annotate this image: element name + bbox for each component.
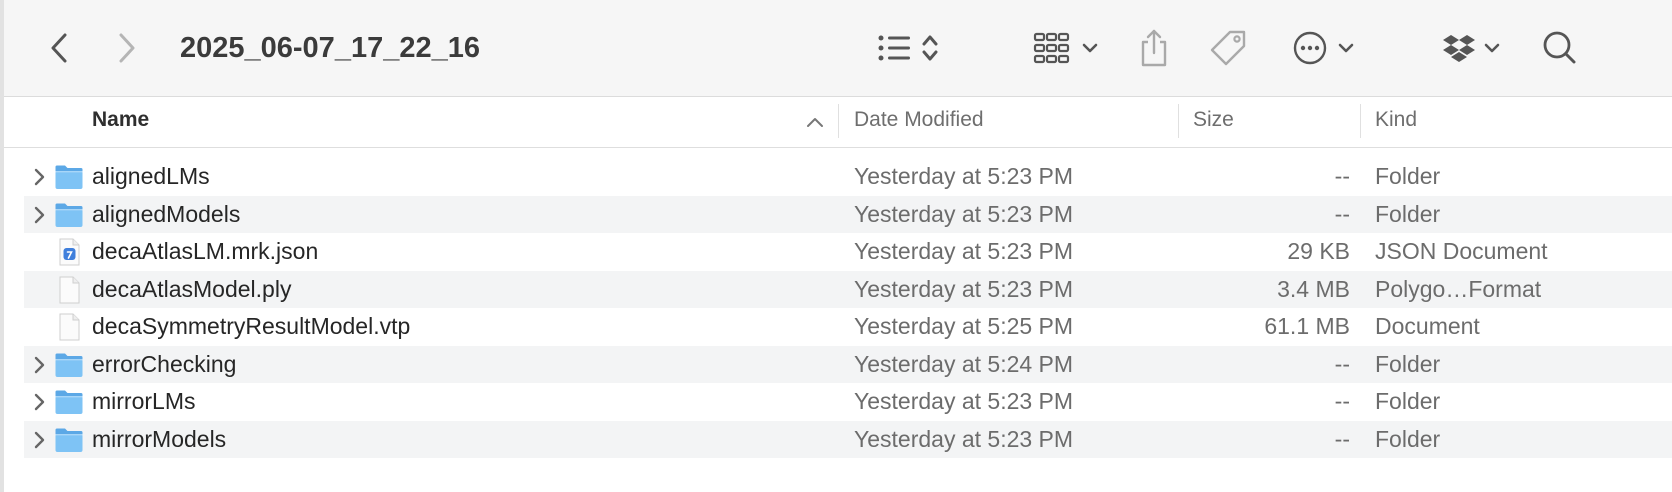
- file-date-modified: Yesterday at 5:23 PM: [854, 425, 1074, 452]
- file-row[interactable]: errorChecking Yesterday at 5:24 PM -- Folde…: [24, 345, 1672, 383]
- tag-icon[interactable]: [1206, 26, 1250, 70]
- column-divider[interactable]: [1178, 104, 1179, 138]
- file-kind: Document: [1375, 313, 1480, 339]
- file-size: --: [1334, 163, 1350, 189]
- folder-icon: [54, 426, 84, 454]
- search-icon[interactable]: [1536, 26, 1576, 70]
- disclosure-triangle-icon[interactable]: [30, 430, 48, 450]
- file-kind: Folder: [1375, 350, 1441, 377]
- toolbar: 2025_06-07_17_22_16: [4, 0, 1672, 97]
- folder-icon: [54, 201, 84, 229]
- chevron-right-icon[interactable]: [106, 28, 146, 68]
- file-name: decaSymmetryResultModel.vtp: [92, 313, 411, 339]
- column-size-header[interactable]: Size: [1193, 97, 1234, 147]
- folder-icon: [54, 163, 84, 191]
- column-kind-header[interactable]: Kind: [1375, 97, 1417, 147]
- file-kind: Polygo…Format: [1375, 275, 1542, 302]
- file-kind: Folder: [1375, 163, 1441, 189]
- file-row[interactable]: mirrorLMs Yesterday at 5:23 PM -- Folder: [24, 383, 1672, 421]
- more-icon[interactable]: [1286, 26, 1366, 70]
- sort-ascending-icon[interactable]: [804, 111, 826, 133]
- file-name: errorChecking: [92, 350, 237, 377]
- file-kind: Folder: [1375, 200, 1441, 227]
- file-row[interactable]: mirrorModels Yesterday at 5:23 PM -- Folder: [24, 420, 1672, 458]
- file-name: alignedModels: [92, 200, 241, 227]
- file-name: mirrorLMs: [92, 388, 196, 414]
- file-kind: Folder: [1375, 425, 1441, 452]
- file-date-modified: Yesterday at 5:23 PM: [854, 163, 1074, 189]
- file-list: alignedLMs Yesterday at 5:23 PM -- Folder al…: [24, 158, 1672, 458]
- file-date-modified: Yesterday at 5:23 PM: [854, 200, 1074, 227]
- disclosure-triangle-icon[interactable]: [30, 205, 48, 225]
- file-date-modified: Yesterday at 5:23 PM: [854, 388, 1074, 414]
- document-icon: [54, 313, 84, 341]
- file-row[interactable]: decaSymmetryResultModel.vtp Yesterday at …: [24, 308, 1672, 346]
- file-row[interactable]: decaAtlasLM.mrk.json Yesterday at 5:23 PM…: [24, 233, 1672, 271]
- file-size: --: [1334, 425, 1350, 452]
- column-header: Name Date Modified Size Kind: [4, 97, 1672, 148]
- file-kind: Folder: [1375, 388, 1441, 414]
- disclosure-triangle-icon[interactable]: [30, 392, 48, 412]
- file-name: mirrorModels: [92, 425, 227, 452]
- grid-view-icon[interactable]: [1028, 28, 1108, 68]
- column-date-header[interactable]: Date Modified: [854, 97, 984, 147]
- folder-icon: [54, 388, 84, 416]
- file-size: --: [1334, 200, 1350, 227]
- folder-icon: [54, 351, 84, 379]
- list-view-icon[interactable]: [870, 28, 950, 68]
- file-name: alignedLMs: [92, 163, 210, 189]
- file-size: 3.4 MB: [1277, 275, 1350, 302]
- window-title: 2025_06-07_17_22_16: [180, 32, 480, 64]
- disclosure-triangle-icon[interactable]: [30, 167, 48, 187]
- file-size: --: [1334, 350, 1350, 377]
- file-name: decaAtlasModel.ply: [92, 275, 292, 302]
- document-icon: [54, 276, 84, 304]
- file-date-modified: Yesterday at 5:25 PM: [854, 313, 1074, 339]
- chevron-left-icon[interactable]: [40, 28, 80, 68]
- file-row[interactable]: decaAtlasModel.ply Yesterday at 5:23 PM 3.…: [24, 270, 1672, 308]
- dropbox-icon[interactable]: [1436, 26, 1508, 70]
- file-date-modified: Yesterday at 5:23 PM: [854, 238, 1074, 264]
- disclosure-triangle-icon[interactable]: [30, 355, 48, 375]
- share-icon[interactable]: [1134, 26, 1174, 70]
- file-size: 61.1 MB: [1264, 313, 1350, 339]
- file-row[interactable]: alignedLMs Yesterday at 5:23 PM -- Folder: [24, 158, 1672, 196]
- json-file-icon: [54, 238, 84, 266]
- file-date-modified: Yesterday at 5:24 PM: [854, 350, 1074, 377]
- file-name: decaAtlasLM.mrk.json: [92, 238, 319, 264]
- file-kind: JSON Document: [1375, 238, 1548, 264]
- file-size: --: [1334, 388, 1350, 414]
- column-name-header[interactable]: Name: [92, 97, 149, 147]
- file-size: 29 KB: [1287, 238, 1350, 264]
- column-divider[interactable]: [1360, 104, 1361, 138]
- column-divider[interactable]: [838, 104, 839, 138]
- file-row[interactable]: alignedModels Yesterday at 5:23 PM -- Folde…: [24, 195, 1672, 233]
- file-date-modified: Yesterday at 5:23 PM: [854, 275, 1074, 302]
